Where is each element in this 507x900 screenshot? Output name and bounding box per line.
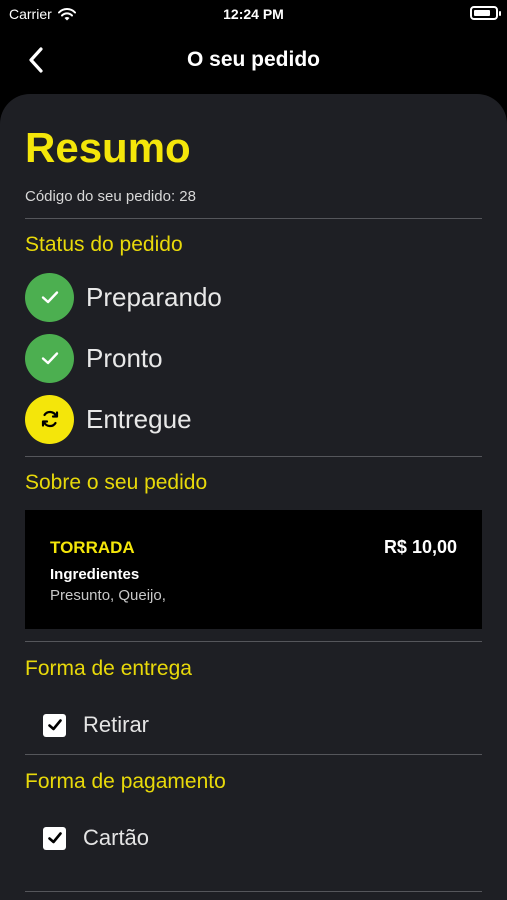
status-step-preparing: Preparando (25, 272, 222, 322)
payment-section-title: Forma de pagamento (25, 770, 226, 793)
item-name: TORRADA (50, 538, 135, 557)
battery-icon (470, 6, 501, 20)
item-price: R$ 10,00 (383, 537, 457, 557)
ingredients-list: Presunto, Queijo, (50, 587, 166, 604)
summary-title: Resumo (25, 124, 191, 171)
status-step-ready: Pronto (25, 333, 163, 383)
delivery-section-title: Forma de entrega (25, 657, 192, 680)
check-icon (25, 333, 74, 383)
order-section-title: Sobre o seu pedido (25, 471, 208, 494)
status-time: 12:24 PM (223, 6, 284, 22)
status-step-label: Entregue (86, 403, 192, 434)
divider (25, 754, 482, 755)
check-icon (47, 719, 62, 731)
checkbox-checked[interactable] (43, 713, 66, 737)
payment-option-label: Cartão (83, 825, 150, 850)
check-icon (47, 832, 62, 844)
order-item-card: TORRADA R$ 10,00 Ingredientes Presunto, … (25, 510, 482, 629)
status-bar: Carrier 12:24 PM (0, 0, 507, 30)
status-step-delivered: Entregue (25, 394, 192, 444)
order-summary-sheet: Resumo Código do seu pedido: 28 Status d… (0, 94, 507, 900)
delivery-option[interactable]: Retirar (43, 712, 149, 738)
refresh-icon (25, 394, 74, 444)
divider (25, 456, 482, 457)
divider (25, 218, 482, 219)
delivery-option-label: Retirar (83, 712, 150, 737)
order-code: Código do seu pedido: 28 (25, 188, 196, 205)
page-title: O seu pedido (186, 48, 320, 71)
status-section-title: Status do pedido (25, 233, 183, 256)
status-step-label: Preparando (86, 281, 222, 312)
payment-option[interactable]: Cartão (43, 825, 149, 851)
battery-level (474, 10, 490, 16)
check-icon (25, 272, 74, 322)
checkbox-checked[interactable] (43, 826, 66, 850)
navigation-bar: O seu pedido (0, 30, 507, 90)
ingredients-label: Ingredientes (50, 566, 140, 583)
divider (25, 891, 482, 892)
status-step-label: Pronto (86, 342, 163, 373)
divider (25, 641, 482, 642)
